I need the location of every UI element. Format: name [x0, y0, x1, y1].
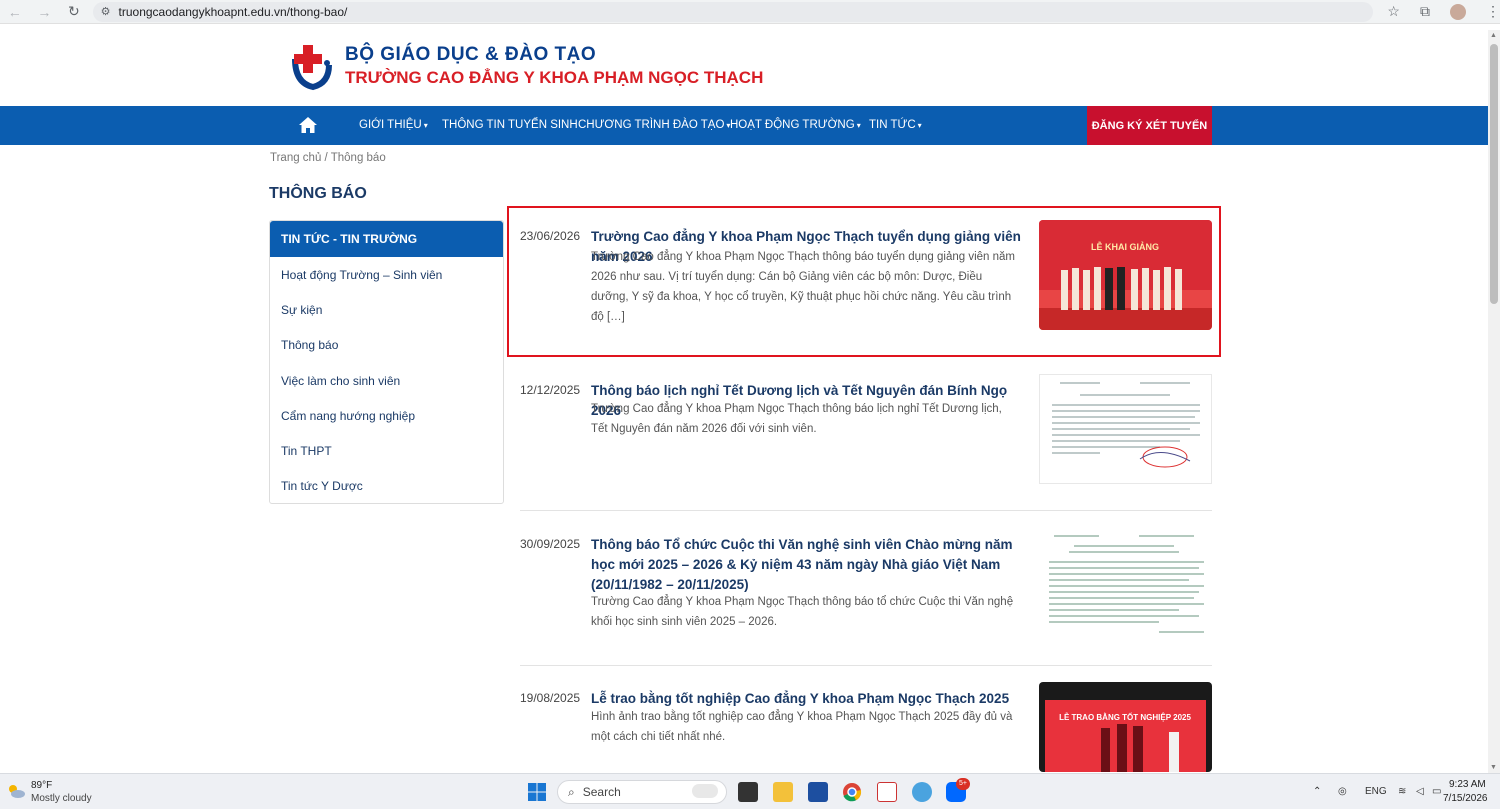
sidebar-item-cam-nang[interactable]: Cẩm nang hướng nghiệp — [270, 398, 503, 433]
soccer-widget-icon[interactable] — [692, 784, 718, 798]
reload-icon[interactable]: ↻ — [59, 3, 89, 20]
scroll-thumb[interactable] — [1490, 44, 1498, 304]
sidebar-item-tin-tuc-y-duoc[interactable]: Tin tức Y Dược — [270, 469, 503, 504]
article-thumbnail[interactable]: LỄ TRAO BẰNG TỐT NGHIỆP 2025 — [1039, 682, 1212, 772]
chevron-down-icon: ▾ — [917, 121, 922, 130]
nav-item-chuong-trinh-dao-tao[interactable]: CHƯƠNG TRÌNH ĐÀO TẠO ▾ — [578, 119, 730, 131]
article-thumbnail[interactable] — [1039, 374, 1212, 484]
scroll-up-icon[interactable]: ▲ — [1490, 32, 1497, 39]
article-excerpt: Trường Cao đẳng Y khoa Phạm Ngọc Thạch t… — [591, 403, 1002, 435]
chevron-down-icon: ▾ — [856, 121, 861, 130]
article-thumbnail[interactable]: LỄ KHAI GIẢNG — [1039, 220, 1212, 330]
weather-temperature[interactable]: 89°F — [31, 780, 52, 791]
volume-icon[interactable]: ◁ — [1416, 786, 1424, 797]
article-title[interactable]: Lễ trao bằng tốt nghiệp Cao đẳng Y khoa … — [591, 689, 1021, 709]
article-date: 30/09/2025 — [520, 537, 581, 551]
address-bar[interactable]: ⚙ truongcaodangykhoapnt.edu.vn/thong-bao… — [92, 1, 1374, 22]
divider — [520, 665, 1212, 666]
sidebar-item-thong-bao[interactable]: Thông báo — [270, 328, 503, 363]
article-thumbnail[interactable] — [1039, 528, 1212, 638]
windows-taskbar: 89°F Mostly cloudy ⌕ Search 5+ ⌃ ◎ ENG ≋… — [0, 773, 1500, 809]
task-view-icon[interactable] — [738, 782, 758, 802]
article-title[interactable]: Thông báo Tổ chức Cuộc thi Văn nghệ sinh… — [591, 535, 1021, 595]
article-date: 12/12/2025 — [520, 383, 581, 397]
wifi-icon[interactable]: ≋ — [1398, 786, 1406, 797]
main-navigation: GIỚI THIỆU ▾ THÔNG TIN TUYỂN SINH CHƯƠNG … — [0, 106, 1488, 145]
battery-icon[interactable]: ▭ — [1432, 786, 1441, 797]
back-icon[interactable]: ← — [0, 4, 30, 20]
thumbnail-banner-text: LỄ KHAI GIẢNG — [1091, 241, 1159, 252]
category-sidebar: TIN TỨC - TIN TRƯỜNG Hoạt động Trường – … — [269, 220, 504, 504]
school-name[interactable]: TRƯỜNG CAO ĐẲNG Y KHOA PHẠM NGỌC THẠCH — [345, 68, 763, 88]
article-date: 19/08/2025 — [520, 691, 581, 705]
search-icon: ⌕ — [568, 784, 575, 799]
network-globe-icon[interactable]: ◎ — [1338, 786, 1347, 797]
article-date: 23/06/2026 — [520, 229, 581, 243]
nav-item-gioi-thieu[interactable]: GIỚI THIỆU ▾ — [359, 119, 428, 131]
nav-item-tin-tuc[interactable]: TIN TỨC ▾ — [869, 119, 922, 131]
windows-start-icon[interactable] — [527, 782, 547, 802]
menu-dots-icon[interactable]: ⋮ — [1486, 3, 1500, 20]
photos-app-icon[interactable] — [912, 782, 932, 802]
chevron-down-icon: ▾ — [423, 121, 428, 130]
weather-description[interactable]: Mostly cloudy — [31, 793, 92, 804]
article-excerpt: Trường Cao đẳng Y khoa Phạm Ngọc Thạch t… — [591, 596, 1014, 628]
weather-cloud-icon[interactable] — [6, 783, 26, 799]
divider — [520, 510, 1212, 511]
school-logo-icon[interactable] — [289, 41, 333, 91]
breadcrumb[interactable]: Trang chủ / Thông báo — [270, 152, 386, 164]
url-text: truongcaodangykhoapnt.edu.vn/thong-bao/ — [118, 4, 348, 19]
ministry-name: BỘ GIÁO DỤC & ĐÀO TẠO — [345, 44, 597, 65]
microsoft-store-icon[interactable] — [808, 782, 828, 802]
bookmark-star-icon[interactable]: ☆ — [1387, 3, 1400, 20]
sidebar-item-su-kien[interactable]: Sự kiện — [270, 292, 503, 327]
thumbnail-banner-text: LỄ TRAO BẰNG TỐT NGHIỆP 2025 — [1059, 712, 1191, 722]
register-button[interactable]: ĐĂNG KÝ XÉT TUYỂN — [1087, 106, 1212, 145]
forward-icon[interactable]: → — [30, 4, 60, 20]
site-header: BỘ GIÁO DỤC & ĐÀO TẠO TRƯỜNG CAO ĐẲNG Y … — [0, 30, 1488, 106]
scroll-down-icon[interactable]: ▼ — [1490, 764, 1497, 771]
site-info-icon[interactable]: ⚙ — [101, 5, 111, 18]
sidebar-item-hoat-dong[interactable]: Hoạt động Trường – Sinh viên — [270, 257, 503, 292]
file-explorer-icon[interactable] — [773, 782, 793, 802]
notification-badge: 5+ — [956, 778, 970, 790]
clock-date[interactable]: 7/15/2026 — [1443, 793, 1488, 804]
sidebar-item-active[interactable]: TIN TỨC - TIN TRƯỜNG — [270, 221, 503, 257]
page-scrollbar[interactable]: ▲ ▼ — [1488, 30, 1500, 773]
clock-time[interactable]: 9:23 AM — [1449, 779, 1486, 790]
chevron-up-icon[interactable]: ⌃ — [1313, 786, 1321, 797]
home-icon[interactable] — [298, 116, 318, 134]
article-excerpt: Hình ảnh trao bằng tốt nghiệp cao đẳng Y… — [591, 711, 1013, 743]
sidebar-item-viec-lam[interactable]: Việc làm cho sinh viên — [270, 363, 503, 398]
browser-toolbar: ← → ↻ ⚙ truongcaodangykhoapnt.edu.vn/tho… — [0, 0, 1500, 24]
page-title: THÔNG BÁO — [269, 185, 367, 202]
profile-avatar[interactable] — [1449, 3, 1466, 20]
sidebar-item-tin-thpt[interactable]: Tin THPT — [270, 433, 503, 468]
extensions-icon[interactable]: ⧉ — [1420, 3, 1430, 20]
snipping-tool-icon[interactable] — [877, 782, 897, 802]
language-indicator[interactable]: ENG — [1365, 786, 1387, 797]
nav-item-thong-tin-tuyen-sinh[interactable]: THÔNG TIN TUYỂN SINH — [442, 119, 578, 131]
article-excerpt: Trường Cao đẳng Y khoa Phạm Ngọc Thạch t… — [591, 251, 1015, 323]
nav-item-hoat-dong-truong[interactable]: HOẠT ĐỘNG TRƯỜNG ▾ — [730, 119, 861, 131]
chrome-icon[interactable] — [842, 782, 862, 802]
